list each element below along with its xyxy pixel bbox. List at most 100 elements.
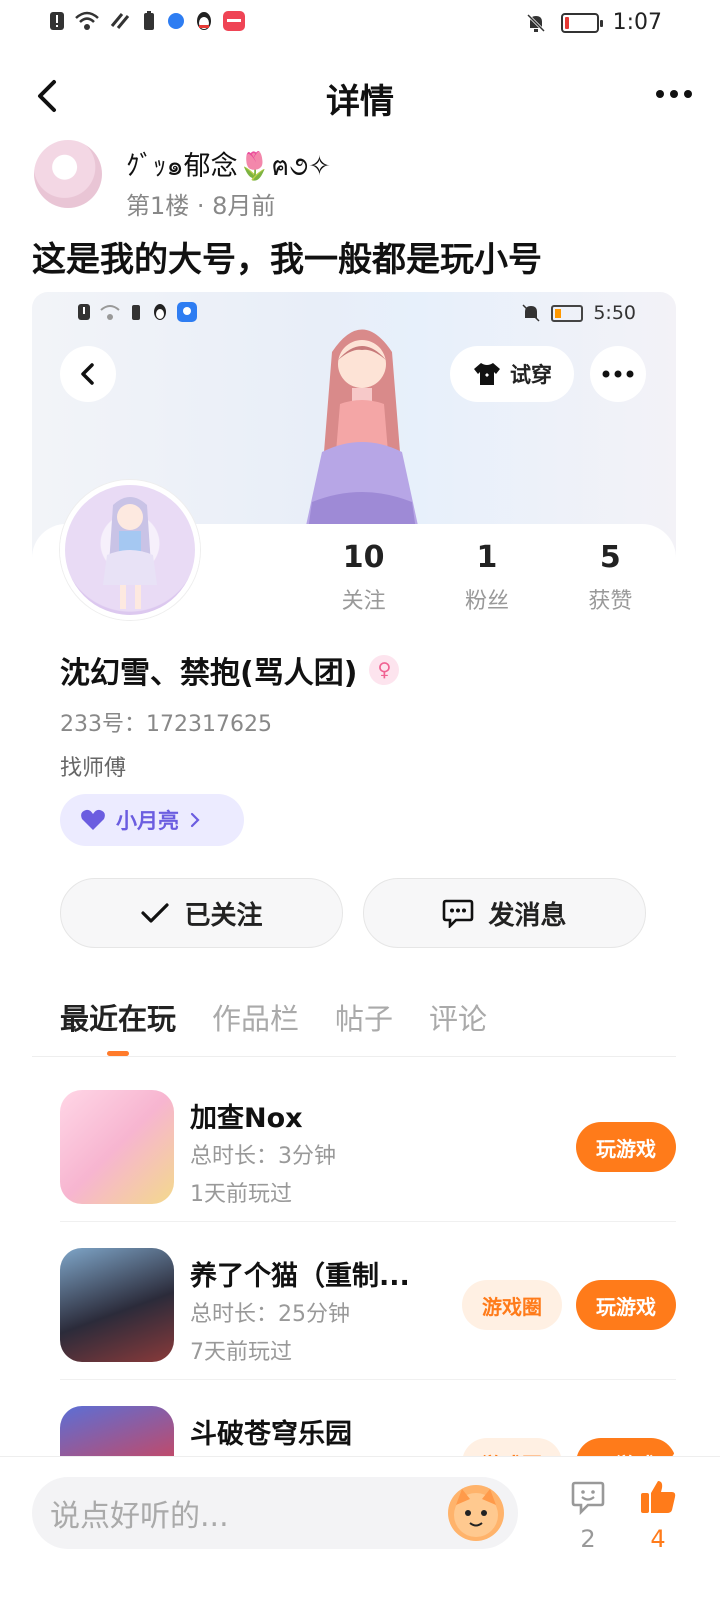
post-image[interactable]: 5:50 试穿 10 关注 1 粉丝 5 获赞 沈幻雪、禁抱(骂人团) ♀ 23…	[32, 292, 676, 1462]
chevron-right-icon	[190, 812, 200, 828]
link-icon	[110, 13, 130, 29]
qq-app-icon	[197, 12, 211, 30]
stat-number: 5	[599, 540, 621, 575]
tab-works: 作品栏	[212, 1002, 300, 1036]
battery-saver-icon	[144, 11, 154, 30]
bulb-app-icon	[177, 302, 197, 322]
chevron-left-icon	[81, 363, 94, 385]
qq-app-icon	[154, 304, 166, 320]
game-duration: 总时长：3分钟	[190, 1144, 336, 1169]
status-bar: 1:07	[0, 0, 720, 46]
alert-icon	[50, 12, 64, 30]
more-dot-icon	[684, 90, 692, 98]
comment-input[interactable]: 说点好听的...	[32, 1477, 518, 1549]
followed-button: 已关注	[60, 878, 343, 948]
send-message-button: 发消息	[363, 878, 646, 948]
profile-uid: 233号：172317625	[60, 712, 272, 737]
stat-number: 10	[342, 540, 385, 575]
chat-bubble-icon	[443, 899, 474, 928]
author-avatar[interactable]	[34, 140, 102, 208]
more-dot-icon	[656, 90, 664, 98]
shopping-app-icon	[223, 11, 245, 31]
wifi-icon	[100, 305, 120, 320]
stat-following: 10 关注	[302, 540, 425, 630]
embedded-more-button	[590, 346, 646, 402]
game-last-played: 1天前玩过	[190, 1182, 292, 1207]
more-dot-icon	[670, 90, 678, 98]
embedded-back-button	[60, 346, 116, 402]
profile-username-row: 沈幻雪、禁抱(骂人团) ♀	[60, 648, 400, 692]
game-name: 加查Nox	[190, 1103, 303, 1134]
more-dots-icon	[602, 370, 634, 378]
tab-comments: 评论	[429, 1002, 488, 1036]
game-icon-gacha-nox	[60, 1090, 174, 1204]
avatar-character-icon	[103, 497, 157, 609]
comment-icon	[571, 1481, 605, 1516]
thumbs-up-icon	[641, 1481, 676, 1513]
browser-app-icon	[168, 13, 184, 29]
game-circle-button: 游戏圈	[462, 1280, 562, 1330]
heart-icon	[81, 809, 105, 830]
game-icon-doupo	[60, 1406, 174, 1462]
author-name[interactable]: ｸﾞｯ๑郁念🌷ฅ૭✧	[126, 144, 331, 187]
game-icon-cat	[60, 1248, 174, 1362]
embedded-status-time: 5:50	[593, 302, 636, 324]
profile-username: 沈幻雪、禁抱(骂人团)	[60, 656, 358, 691]
profile-avatar	[60, 480, 200, 620]
stat-number: 1	[476, 540, 498, 575]
post-author: ｸﾞｯ๑郁念🌷ฅ૭✧ 第1楼 · 8月前	[34, 140, 694, 220]
tab-recently-played: 最近在玩	[60, 996, 176, 1056]
profile-actions: 已关注 发消息	[60, 878, 646, 948]
tab-divider	[32, 1056, 676, 1057]
mascot-face-icon	[454, 1489, 498, 1537]
mute-bell-icon	[522, 304, 540, 322]
tab-posts: 帖子	[335, 1002, 394, 1036]
mascot-emoji-icon[interactable]	[448, 1485, 504, 1541]
mute-bell-icon	[526, 13, 545, 32]
status-time: 1:07	[612, 10, 662, 35]
female-gender-icon: ♀	[369, 655, 400, 685]
profile-bio: 找师傅	[60, 756, 127, 781]
page-title: 详情	[326, 82, 394, 122]
post-text: 这是我的大号，我一般都是玩小号	[32, 240, 542, 280]
comment-bar: 说点好听的... 2 4	[0, 1456, 720, 1600]
battery-icon	[551, 304, 584, 322]
battery-saver-icon	[132, 305, 140, 320]
try-on-button: 试穿	[450, 346, 574, 402]
followed-label: 已关注	[184, 900, 263, 931]
alert-icon	[78, 304, 90, 320]
game-item: 加查Nox 总时长：3分钟 1天前玩过 玩游戏	[60, 1062, 676, 1220]
comment-action[interactable]: 2	[558, 1479, 618, 1553]
comment-placeholder: 说点好听的...	[50, 1499, 229, 1534]
check-icon	[141, 903, 170, 923]
game-duration: 总时长：25分钟	[190, 1302, 350, 1327]
moon-tag: 小月亮	[60, 794, 244, 846]
stat-followers: 1 粉丝	[425, 540, 548, 630]
send-message-label: 发消息	[488, 900, 567, 931]
game-name: 斗破苍穹乐园	[190, 1419, 352, 1450]
more-options-button[interactable]	[648, 74, 700, 114]
stat-label: 粉丝	[464, 589, 509, 614]
moon-tag-label: 小月亮	[116, 809, 179, 833]
battery-icon	[560, 12, 603, 33]
comment-count: 2	[580, 1525, 596, 1553]
game-name: 养了个猫（重制...	[190, 1261, 410, 1292]
post-meta: 第1楼 · 8月前	[126, 192, 276, 220]
status-icons-right: 1:07	[525, 10, 662, 35]
game-last-played: 7天前玩过	[190, 1340, 292, 1365]
profile-stats: 10 关注 1 粉丝 5 获赞	[302, 540, 672, 630]
like-count: 4	[650, 1525, 666, 1553]
try-on-label: 试穿	[510, 363, 552, 387]
game-item: 斗破苍穹乐园 游戏圈 玩游戏	[60, 1378, 676, 1462]
game-item: 养了个猫（重制... 总时长：25分钟 7天前玩过 游戏圈 玩游戏	[60, 1220, 676, 1378]
play-game-button: 玩游戏	[576, 1122, 676, 1172]
wifi-icon	[75, 11, 99, 30]
play-game-button: 玩游戏	[576, 1280, 676, 1330]
like-action[interactable]: 4	[628, 1479, 688, 1553]
stat-likes: 5 获赞	[549, 540, 672, 630]
stat-label: 关注	[341, 589, 386, 614]
status-icons-left	[48, 10, 246, 32]
top-nav: 详情	[0, 60, 720, 132]
profile-tabs: 最近在玩 作品栏 帖子 评论	[60, 996, 488, 1056]
stat-label: 获赞	[588, 589, 633, 614]
